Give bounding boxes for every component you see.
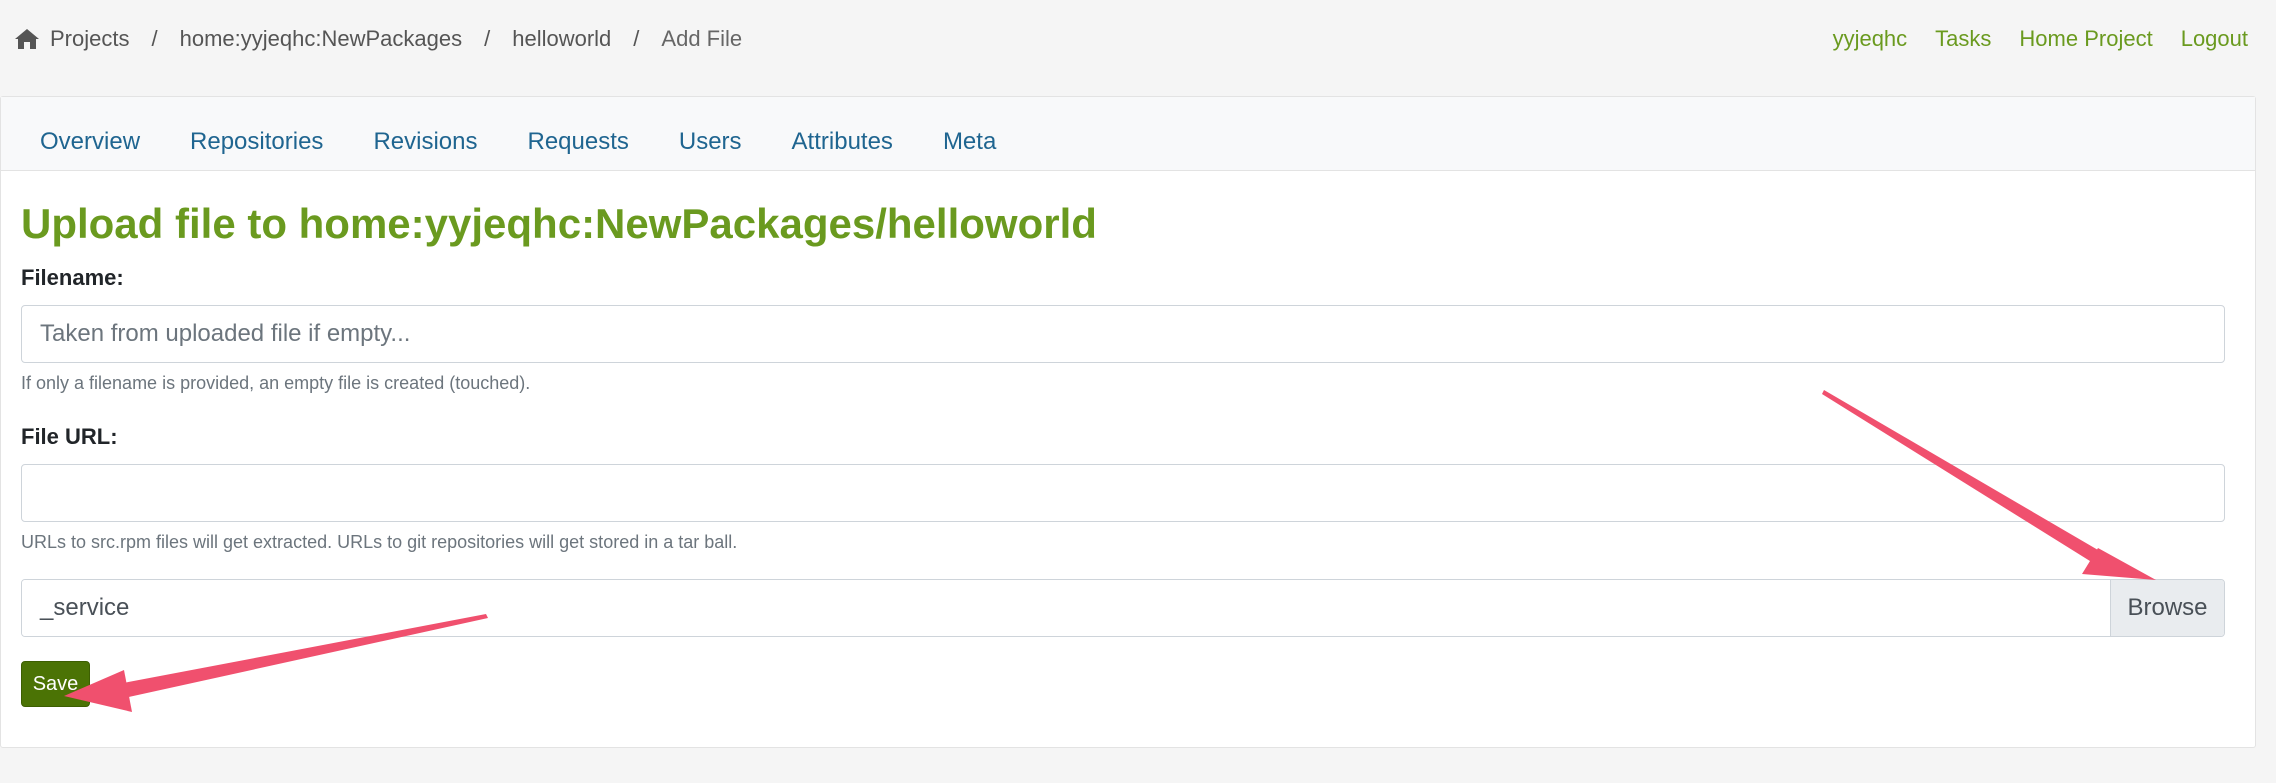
selected-file-name[interactable]: _service [22, 580, 2110, 637]
page-title: Upload file to home:yyjeqhc:NewPackages/… [21, 200, 1097, 247]
breadcrumb-package-link[interactable]: helloworld [512, 26, 611, 52]
breadcrumb-projects-link[interactable]: Projects [50, 26, 129, 52]
home-icon[interactable] [14, 28, 40, 50]
breadcrumb: Projects / home:yyjeqhc:NewPackages / he… [14, 26, 742, 52]
filename-label: Filename: [21, 265, 124, 291]
breadcrumb-separator: / [151, 26, 158, 51]
top-navbar: Projects / home:yyjeqhc:NewPackages / he… [0, 0, 2276, 78]
save-button[interactable]: Save [21, 661, 90, 708]
tab-repositories[interactable]: Repositories [171, 128, 342, 170]
tab-attributes[interactable]: Attributes [773, 128, 912, 170]
home-project-link[interactable]: Home Project [2019, 26, 2152, 52]
file-url-label: File URL: [21, 424, 118, 450]
breadcrumb-project-link[interactable]: home:yyjeqhc:NewPackages [180, 26, 462, 52]
file-url-input[interactable] [21, 464, 2225, 523]
filename-help-text: If only a filename is provided, an empty… [21, 373, 531, 394]
tab-overview[interactable]: Overview [21, 128, 159, 170]
filename-input[interactable] [21, 305, 2225, 364]
file-upload-field[interactable]: _service Browse [21, 579, 2225, 638]
tasks-link[interactable]: Tasks [1935, 26, 1991, 52]
breadcrumb-separator: / [633, 26, 640, 51]
tab-meta[interactable]: Meta [924, 128, 1015, 170]
logout-link[interactable]: Logout [2181, 26, 2248, 52]
package-tabs: Overview Repositories Revisions Requests… [1, 97, 2255, 171]
tab-revisions[interactable]: Revisions [354, 128, 496, 170]
file-url-help-text: URLs to src.rpm files will get extracted… [21, 532, 738, 553]
browse-button[interactable]: Browse [2110, 580, 2224, 637]
user-nav: yyjeqhc Tasks Home Project Logout [1833, 26, 2248, 52]
tab-requests[interactable]: Requests [508, 128, 647, 170]
tab-users[interactable]: Users [660, 128, 761, 170]
breadcrumb-current: Add File [661, 26, 743, 51]
main-card: Overview Repositories Revisions Requests… [0, 96, 2256, 748]
upload-form: Upload file to home:yyjeqhc:NewPackages/… [1, 171, 2255, 708]
breadcrumb-separator: / [484, 26, 491, 51]
user-profile-link[interactable]: yyjeqhc [1833, 26, 1908, 52]
